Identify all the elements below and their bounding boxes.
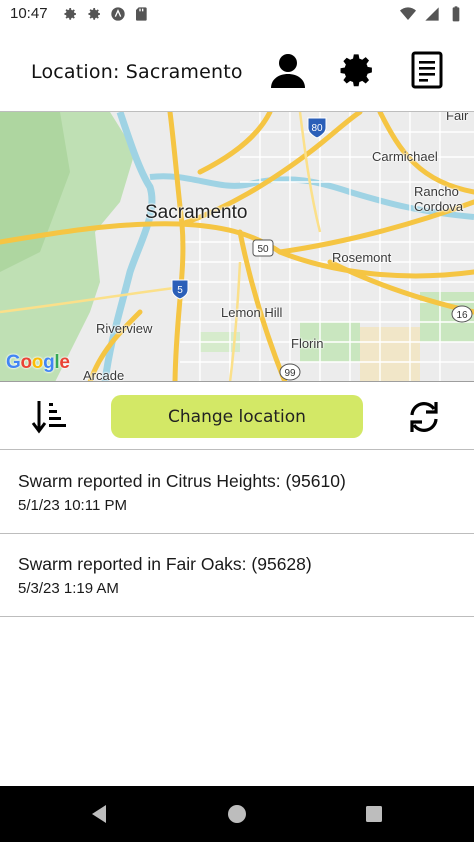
google-logo: Google bbox=[6, 352, 70, 373]
report-list-icon bbox=[411, 51, 443, 89]
map-label-carmichael: Carmichael bbox=[372, 149, 438, 164]
status-icons-left bbox=[62, 6, 150, 22]
map-label-rancho-cordova: Rancho Cordova bbox=[414, 184, 464, 214]
map-label-sacramento: Sacramento bbox=[145, 202, 248, 223]
cellular-signal-icon bbox=[425, 7, 439, 21]
refresh-icon bbox=[410, 402, 438, 432]
wifi-icon bbox=[400, 7, 416, 20]
action-toolbar: Change location bbox=[0, 383, 474, 450]
status-time: 10:47 bbox=[10, 5, 48, 22]
status-bar: 10:47 bbox=[0, 0, 474, 28]
battery-icon bbox=[452, 6, 460, 22]
recents-button[interactable] bbox=[360, 800, 388, 828]
report-timestamp: 5/3/23 1:19 AM bbox=[18, 580, 119, 597]
report-timestamp: 5/1/23 10:11 PM bbox=[18, 497, 127, 514]
reports-list: Swarm reported in Citrus Heights: (95610… bbox=[0, 451, 474, 617]
svg-text:50: 50 bbox=[257, 244, 269, 255]
report-list-item[interactable]: Swarm reported in Citrus Heights: (95610… bbox=[0, 451, 474, 534]
account-button[interactable] bbox=[266, 48, 310, 92]
home-icon bbox=[228, 805, 246, 823]
settings-button[interactable] bbox=[335, 48, 379, 92]
app-header: Location: Sacramento bbox=[0, 28, 474, 112]
map-label-rosemont: Rosemont bbox=[332, 250, 392, 265]
report-list-item[interactable]: Swarm reported in Fair Oaks: (95628) 5/3… bbox=[0, 534, 474, 617]
map-label-arcade: Arcade bbox=[83, 368, 125, 382]
back-icon bbox=[92, 805, 106, 823]
map-view[interactable]: 80 5 50 99 16 Sacramento Carmichael Ranc… bbox=[0, 112, 474, 382]
map-label-riverview: Riverview bbox=[96, 321, 153, 336]
status-icons-right bbox=[400, 6, 464, 22]
recents-icon bbox=[366, 806, 382, 822]
report-title: Swarm reported in Citrus Heights: (95610… bbox=[18, 471, 346, 491]
svg-text:99: 99 bbox=[284, 368, 296, 379]
location-title: Location: Sacramento bbox=[31, 61, 243, 83]
svg-text:80: 80 bbox=[311, 123, 323, 134]
sort-icon bbox=[31, 401, 66, 434]
android-a-icon bbox=[111, 7, 125, 21]
sort-button[interactable] bbox=[28, 395, 72, 439]
report-title: Swarm reported in Fair Oaks: (95628) bbox=[18, 554, 312, 574]
home-button[interactable] bbox=[223, 800, 251, 828]
refresh-button[interactable] bbox=[402, 395, 446, 439]
map-label-fair-oaks: Fair bbox=[446, 112, 469, 123]
settings-icon bbox=[340, 54, 372, 87]
svg-text:16: 16 bbox=[456, 310, 468, 321]
settings-gear-icon bbox=[64, 8, 76, 20]
map-label-florin: Florin bbox=[291, 336, 324, 351]
back-button[interactable] bbox=[85, 800, 113, 828]
account-icon bbox=[271, 54, 305, 88]
map-label-lemon-hill: Lemon Hill bbox=[221, 305, 283, 320]
reports-button[interactable] bbox=[405, 48, 449, 92]
sd-card-icon bbox=[136, 7, 147, 21]
system-nav-bar bbox=[0, 786, 474, 842]
settings-gear-icon bbox=[88, 8, 100, 20]
change-location-button[interactable]: Change location bbox=[111, 395, 363, 438]
svg-text:5: 5 bbox=[177, 285, 183, 296]
